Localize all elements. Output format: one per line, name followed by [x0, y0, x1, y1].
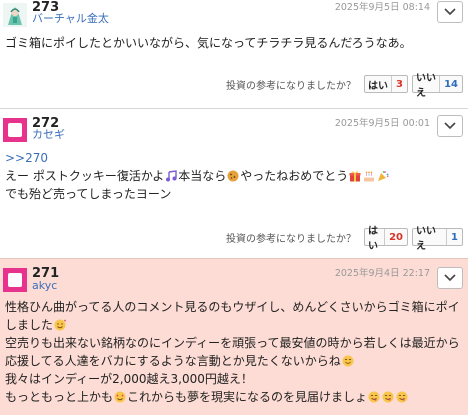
- vote-yes-label: はい: [368, 80, 388, 92]
- comment-line: 空売りも出来ない銘柄なのにインディーを頑張って最安値の時から若しくは最近から: [5, 336, 460, 350]
- comment-line: 性格ひん曲がってる人のコメント見るのもウザイし、めんどくさいからゴミ箱にポイ: [5, 300, 460, 314]
- comment-271: 271 akyc 2025年9月4日 22:17 性格ひん曲がってる人のコメント…: [0, 258, 468, 415]
- user-avatar-icon[interactable]: [3, 118, 27, 142]
- savoring-face-icon: [368, 391, 380, 403]
- gift-icon: [349, 171, 361, 182]
- comment-text: 本当なら: [178, 169, 227, 183]
- comment-text: やったねおめでとう: [240, 169, 349, 183]
- vote-no-label: いいえ: [416, 73, 436, 99]
- party-popper-icon: [378, 170, 389, 181]
- chevron-down-icon: [444, 8, 456, 16]
- vote-question: 投資の参考になりましたか？: [226, 233, 356, 245]
- vote-no-count: 1: [446, 229, 462, 245]
- vote-no-button[interactable]: いいえ 14: [412, 73, 463, 99]
- username-link[interactable]: バーチャル金太: [32, 13, 109, 25]
- smiling-face-icon: [342, 355, 354, 367]
- vote-yes-label: はい: [368, 226, 378, 252]
- vote-yes-button[interactable]: はい 20: [364, 226, 408, 252]
- comment-text: えー ポストクッキー復活かよ: [5, 169, 165, 183]
- comment-body: ゴミ箱にポイしたとかいいながら、気になってチラチラ見るんだろうなあ。: [5, 34, 460, 52]
- comment-body: 性格ひん曲がってる人のコメント見るのもウザイし、めんどくさいからゴミ箱にポイ し…: [5, 298, 460, 406]
- username-link[interactable]: カセギ: [32, 129, 65, 141]
- comment-text: しました: [5, 318, 54, 332]
- comment-menu-button[interactable]: [437, 267, 463, 289]
- smiling-hearts-emoji-icon: [54, 319, 67, 331]
- chevron-down-icon: [444, 274, 456, 282]
- comment-text: 応援してる人達をバカにするような言動とか見たくないからね: [5, 354, 341, 368]
- comment-body: >>270 えー ポストクッキー復活かよ 本当なら やったねおめでとう でも殆ど売っ…: [5, 149, 460, 203]
- comment-line: 我々はインディーが2,000越え3,000円越え！: [5, 372, 253, 386]
- vote-row: 投資の参考になりましたか？ はい 20 いいえ 1: [226, 226, 463, 252]
- post-date: 2025年9月5日 08:14: [334, 2, 430, 13]
- post-date: 2025年9月5日 00:01: [334, 118, 430, 129]
- cookie-icon: [227, 170, 239, 182]
- savoring-face-icon: [382, 391, 394, 403]
- comment-272: 272 カセギ 2025年9月5日 00:01 >>270 えー ポストクッキー…: [0, 108, 468, 258]
- savoring-face-icon: [396, 391, 408, 403]
- vote-no-label: いいえ: [416, 226, 436, 252]
- birthday-cake-icon: [364, 171, 375, 182]
- reply-anchor-link[interactable]: >>270: [5, 149, 460, 167]
- comment-text: これからも夢を現実になるのを見届けましょ: [127, 390, 368, 404]
- user-avatar-icon[interactable]: [3, 268, 27, 292]
- comment-line: でも殆ど売ってしまったヨーン: [5, 187, 172, 201]
- comment-menu-button[interactable]: [437, 115, 463, 137]
- vote-yes-count: 20: [384, 229, 407, 245]
- vote-no-count: 14: [439, 76, 462, 92]
- comment-line: 応援してる人達をバカにするような言動とか見たくないからね: [5, 352, 460, 370]
- comment-273: 273 バーチャル金太 2025年9月5日 08:14 ゴミ箱にポイしたとかいい…: [0, 0, 468, 108]
- vote-question: 投資の参考になりましたか？: [226, 80, 356, 92]
- vote-yes-button[interactable]: はい 3: [364, 75, 408, 93]
- music-note-icon: [166, 170, 177, 182]
- user-avatar-icon[interactable]: [3, 3, 27, 27]
- comment-line: しました: [5, 316, 460, 334]
- comment-text: もっともっと上かも: [5, 390, 114, 404]
- comment-menu-button[interactable]: [437, 1, 463, 23]
- chevron-down-icon: [444, 122, 456, 130]
- post-date: 2025年9月4日 22:17: [334, 268, 430, 279]
- comment-line: もっともっと上かも これからも夢を現実になるのを見届けましょ: [5, 388, 460, 406]
- vote-row: 投資の参考になりましたか？ はい 3 いいえ 14: [226, 73, 463, 99]
- username-link[interactable]: akyc: [32, 280, 57, 292]
- heart-eyes-icon: [114, 391, 126, 403]
- comment-line: ゴミ箱にポイしたとかいいながら、気になってチラチラ見るんだろうなあ。: [5, 36, 412, 50]
- comment-line: えー ポストクッキー復活かよ 本当なら やったねおめでとう: [5, 167, 460, 185]
- vote-no-button[interactable]: いいえ 1: [412, 226, 463, 252]
- vote-yes-count: 3: [391, 76, 407, 92]
